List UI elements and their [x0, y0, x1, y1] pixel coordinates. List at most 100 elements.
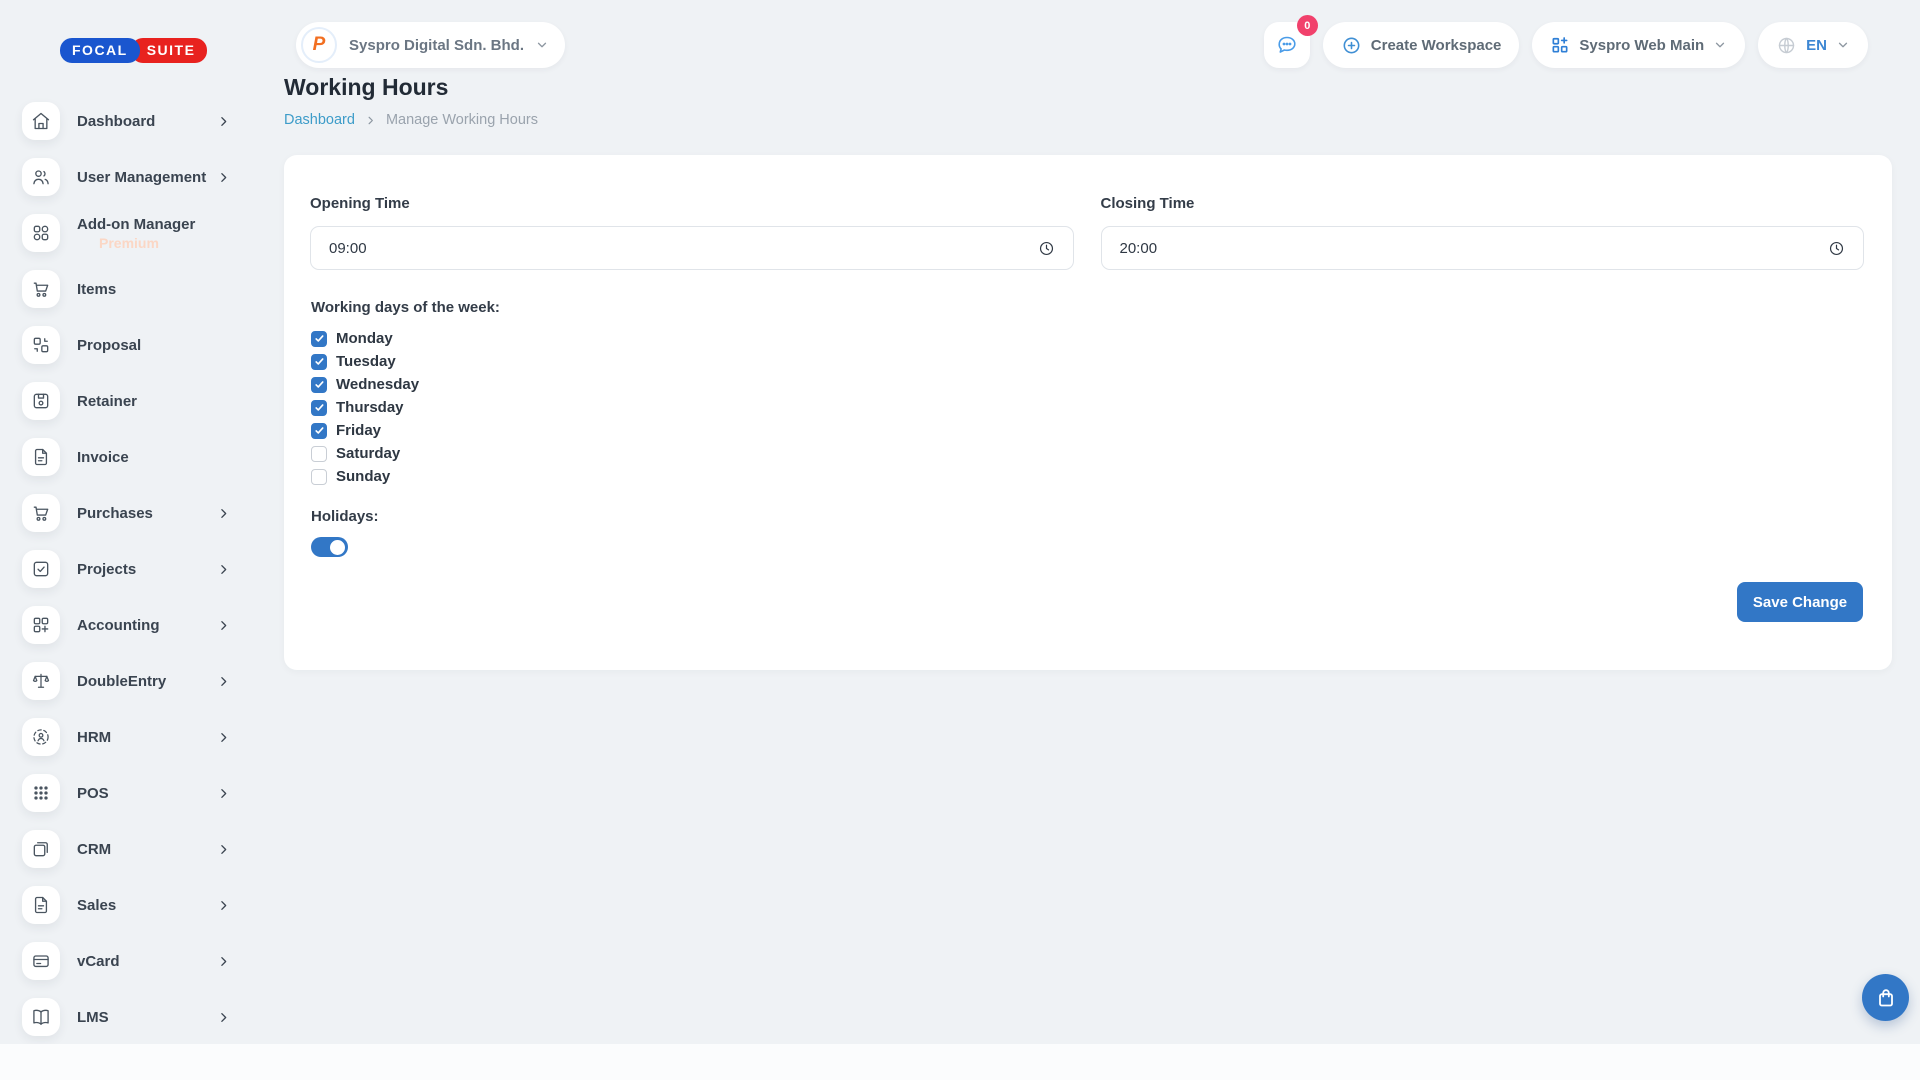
- sidebar-item-retainer[interactable]: Retainer: [0, 373, 260, 429]
- page-title: Working Hours: [284, 74, 448, 101]
- home-icon: [22, 102, 60, 140]
- day-label: Saturday: [336, 445, 400, 462]
- closing-time-label: Closing Time: [1101, 195, 1865, 212]
- checkbox-icon: [311, 377, 327, 393]
- grid-plus-icon: [1550, 35, 1570, 55]
- day-checkbox-sunday[interactable]: Sunday: [311, 465, 1864, 488]
- focal-suite-logo: FOCAL SUITE: [60, 38, 207, 63]
- workspace-name: Syspro Digital Sdn. Bhd.: [349, 37, 524, 54]
- sidebar-item-label: Accounting: [77, 617, 217, 634]
- day-label: Monday: [336, 330, 393, 347]
- breadcrumb-dashboard-link[interactable]: Dashboard: [284, 112, 355, 128]
- sidebar-item-doubleentry[interactable]: DoubleEntry: [0, 653, 260, 709]
- chevron-right-icon: [217, 899, 230, 912]
- chat-button[interactable]: 0: [1264, 22, 1310, 68]
- sidebar-item-proposal[interactable]: Proposal: [0, 317, 260, 373]
- chevron-down-icon: [1836, 38, 1850, 52]
- create-workspace-button[interactable]: Create Workspace: [1323, 22, 1520, 68]
- sidebar-item-lms[interactable]: LMS: [0, 989, 260, 1045]
- checkbox-icon: [311, 469, 327, 485]
- shopping-bag-icon: [1874, 986, 1898, 1010]
- day-label: Thursday: [336, 399, 404, 416]
- file-icon: [22, 886, 60, 924]
- working-hours-card: Opening Time 09:00 Closing Time 20:00 Wo…: [284, 155, 1892, 670]
- sidebar-item-vcard[interactable]: vCard: [0, 933, 260, 989]
- globe-icon: [1776, 35, 1797, 56]
- chevron-right-icon: [217, 1011, 230, 1024]
- credit-card-icon: [22, 942, 60, 980]
- sidebar-item-label: POS: [77, 785, 217, 802]
- day-checkbox-saturday[interactable]: Saturday: [311, 442, 1864, 465]
- workspace-selector[interactable]: P Syspro Digital Sdn. Bhd.: [296, 22, 565, 68]
- checkbox-icon: [311, 423, 327, 439]
- sidebar-item-label: Purchases: [77, 505, 217, 522]
- chevron-right-icon: [365, 115, 376, 126]
- sidebar-item-sales[interactable]: Sales: [0, 877, 260, 933]
- sidebar-item-label: Proposal: [77, 337, 217, 354]
- sidebar-item-items[interactable]: Items: [0, 261, 260, 317]
- working-days-section: Working days of the week: Monday Tuesday…: [284, 270, 1892, 488]
- sidebar-item-pos[interactable]: POS: [0, 765, 260, 821]
- sidebar-item-crm[interactable]: CRM: [0, 821, 260, 877]
- chevron-right-icon: [217, 955, 230, 968]
- sidebar-item-purchases[interactable]: Purchases: [0, 485, 260, 541]
- cart-fab-button[interactable]: [1862, 974, 1909, 1021]
- day-checkbox-tuesday[interactable]: Tuesday: [311, 350, 1864, 373]
- language-code: EN: [1806, 37, 1827, 54]
- closing-time-field: Closing Time 20:00: [1101, 195, 1865, 270]
- sidebar-item-projects[interactable]: Projects: [0, 541, 260, 597]
- file-icon: [22, 438, 60, 476]
- breadcrumb: Dashboard Manage Working Hours: [284, 112, 538, 128]
- working-days-label: Working days of the week:: [311, 299, 1864, 316]
- chat-bubble-icon: [1275, 33, 1299, 57]
- sidebar-item-user-management[interactable]: User Management: [0, 149, 260, 205]
- clock-icon[interactable]: [1828, 240, 1845, 257]
- chevron-right-icon: [217, 675, 230, 688]
- book-icon: [22, 998, 60, 1036]
- swap-squares-icon: [22, 326, 60, 364]
- sidebar: FOCAL SUITE Dashboard User Management Ad…: [0, 0, 260, 1080]
- dots-grid-icon: [22, 774, 60, 812]
- day-label: Tuesday: [336, 353, 396, 370]
- day-label: Wednesday: [336, 376, 419, 393]
- sidebar-item-label: User Management: [77, 169, 217, 186]
- sidebar-item-label: Projects: [77, 561, 217, 578]
- checkbox-icon: [311, 400, 327, 416]
- save-change-button[interactable]: Save Change: [1737, 582, 1863, 622]
- chevron-down-icon: [535, 38, 549, 52]
- sidebar-item-hrm[interactable]: HRM: [0, 709, 260, 765]
- checkbox-icon: [311, 354, 327, 370]
- closing-time-input[interactable]: 20:00: [1101, 226, 1865, 270]
- sidebar-item-label: Add-on Manager: [77, 216, 217, 233]
- clock-icon[interactable]: [1038, 240, 1055, 257]
- chevron-right-icon: [217, 171, 230, 184]
- overlap-squares-icon: [22, 830, 60, 868]
- sidebar-item-invoice[interactable]: Invoice: [0, 429, 260, 485]
- sidebar-item-label: Invoice: [77, 449, 217, 466]
- chevron-right-icon: [217, 787, 230, 800]
- chevron-right-icon: [217, 843, 230, 856]
- scales-icon: [22, 662, 60, 700]
- sidebar-item-addon-manager[interactable]: Add-on Manager Premium: [0, 205, 260, 261]
- sidebar-item-label: Retainer: [77, 393, 217, 410]
- cart-icon: [22, 494, 60, 532]
- chevron-right-icon: [217, 619, 230, 632]
- header-actions: 0 Create Workspace Syspro Web Main EN: [1264, 22, 1868, 68]
- language-selector[interactable]: EN: [1758, 22, 1868, 68]
- day-checkbox-friday[interactable]: Friday: [311, 419, 1864, 442]
- opening-time-field: Opening Time 09:00: [310, 195, 1074, 270]
- floppy-icon: [22, 382, 60, 420]
- sidebar-item-accounting[interactable]: Accounting: [0, 597, 260, 653]
- premium-badge: Premium: [99, 235, 217, 251]
- app-selector[interactable]: Syspro Web Main: [1532, 22, 1745, 68]
- person-circle-icon: [22, 718, 60, 756]
- sidebar-item-dashboard[interactable]: Dashboard: [0, 93, 260, 149]
- day-checkbox-monday[interactable]: Monday: [311, 327, 1864, 350]
- holidays-toggle[interactable]: [311, 537, 348, 557]
- addon-grid-icon: [22, 214, 60, 252]
- toggle-knob: [330, 540, 345, 555]
- day-checkbox-wednesday[interactable]: Wednesday: [311, 373, 1864, 396]
- day-checkbox-thursday[interactable]: Thursday: [311, 396, 1864, 419]
- opening-time-input[interactable]: 09:00: [310, 226, 1074, 270]
- breadcrumb-current: Manage Working Hours: [386, 112, 538, 128]
